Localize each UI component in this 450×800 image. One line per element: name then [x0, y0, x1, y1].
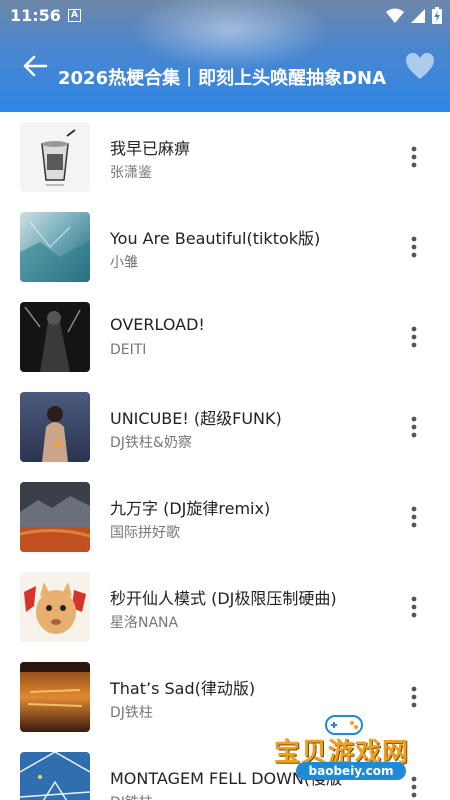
- status-bar: 11:56 A: [0, 0, 450, 32]
- album-cover: [20, 122, 90, 192]
- watermark-url: baobeiy.com: [296, 762, 406, 780]
- notification-icon: A: [68, 9, 81, 22]
- more-options-icon[interactable]: [404, 685, 424, 709]
- song-title: 九万字 (DJ旋律remix): [110, 499, 271, 518]
- song-row[interactable]: 九万字 (DJ旋律remix) 国际拼好歌: [0, 472, 450, 562]
- status-icons: [386, 7, 442, 24]
- back-arrow-icon[interactable]: [22, 53, 48, 79]
- watermark: 宝贝游戏网 baobeiy.com: [274, 712, 424, 800]
- album-cover: [20, 752, 90, 800]
- song-list: 我早已麻痹 张潇鉴 You Are Beautiful(tiktok版) 小雏 …: [0, 112, 450, 800]
- song-artist: 星洛NANA: [110, 615, 179, 631]
- song-title: 我早已麻痹: [110, 139, 191, 158]
- status-time: 11:56: [10, 6, 61, 25]
- album-cover: [20, 662, 90, 732]
- song-artist: 小雏: [110, 255, 138, 271]
- song-row[interactable]: OVERLOAD! DEITI: [0, 292, 450, 382]
- page-title: 2026热梗合集｜即刻上头唤醒抽象DNA: [58, 68, 387, 89]
- more-options-icon[interactable]: [404, 595, 424, 619]
- song-artist: DJ铁柱: [110, 705, 153, 721]
- cellular-icon: [411, 8, 425, 23]
- heart-icon[interactable]: [405, 52, 435, 80]
- song-artist: DEITI: [110, 342, 147, 358]
- song-artist: DJ铁柱: [110, 792, 153, 800]
- song-title: UNICUBE! (超级FUNK): [110, 409, 282, 428]
- album-cover: [20, 392, 90, 462]
- more-options-icon[interactable]: [404, 505, 424, 529]
- song-title: That’s Sad(律动版): [110, 679, 256, 698]
- song-artist: 张潇鉴: [110, 165, 152, 181]
- song-row[interactable]: You Are Beautiful(tiktok版) 小雏: [0, 202, 450, 292]
- song-row[interactable]: UNICUBE! (超级FUNK) DJ铁柱&奶察: [0, 382, 450, 472]
- more-options-icon[interactable]: [404, 325, 424, 349]
- song-row[interactable]: 秒开仙人模式 (DJ极限压制硬曲) 星洛NANA: [0, 562, 450, 652]
- app-header: 11:56 A 2026热梗合集｜即刻上头唤醒抽象DNA: [0, 0, 450, 112]
- more-options-icon[interactable]: [404, 145, 424, 169]
- song-title: 秒开仙人模式 (DJ极限压制硬曲): [110, 589, 337, 608]
- song-title: OVERLOAD!: [110, 315, 205, 334]
- album-cover: [20, 212, 90, 282]
- battery-charging-icon: [432, 7, 442, 24]
- album-cover: [20, 572, 90, 642]
- more-options-icon[interactable]: [404, 235, 424, 259]
- wifi-icon: [386, 8, 404, 23]
- song-artist: 国际拼好歌: [110, 525, 180, 541]
- album-cover: [20, 482, 90, 552]
- song-title: You Are Beautiful(tiktok版): [110, 229, 321, 248]
- album-cover: [20, 302, 90, 372]
- song-artist: DJ铁柱&奶察: [110, 435, 192, 451]
- song-row[interactable]: 我早已麻痹 张潇鉴: [0, 112, 450, 202]
- more-options-icon[interactable]: [404, 415, 424, 439]
